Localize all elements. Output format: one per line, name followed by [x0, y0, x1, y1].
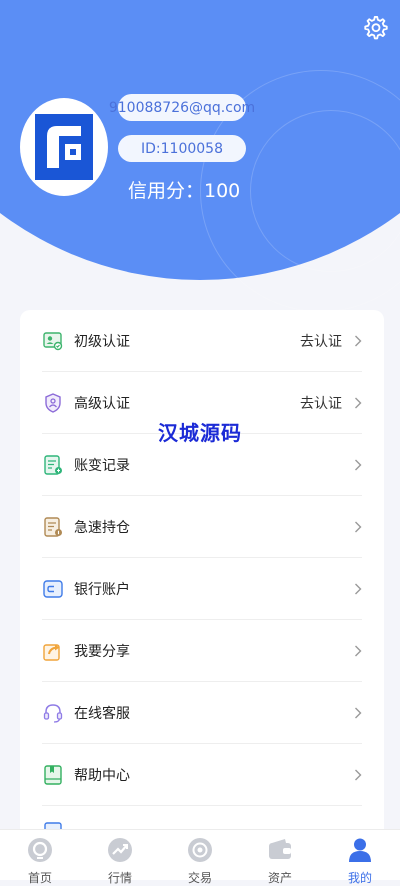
menu-item-label: 账变记录 — [74, 458, 130, 474]
menu-item-label: 急速持仓 — [74, 520, 130, 536]
menu-item-customer-service[interactable]: 在线客服 — [20, 682, 384, 744]
tab-label: 我的 — [347, 871, 372, 885]
chevron-right-icon — [355, 645, 362, 657]
app-logo-icon — [35, 114, 93, 180]
chevron-right-icon — [355, 707, 362, 719]
credit-score: 信用分：100 — [128, 180, 241, 202]
tab-mine[interactable]: 我的 — [320, 830, 400, 885]
tab-market[interactable]: 行情 — [80, 830, 160, 885]
tab-label: 行情 — [107, 871, 132, 885]
chevron-right-icon — [355, 521, 362, 533]
tab-assets[interactable]: 资产 — [240, 830, 320, 885]
menu-item-share[interactable]: 我要分享 — [20, 620, 384, 682]
tab-home[interactable]: 首页 — [0, 830, 80, 885]
menu-item-label: 银行账户 — [74, 582, 130, 598]
trend-icon — [108, 838, 132, 862]
tab-label: 首页 — [27, 871, 52, 885]
menu-item-help-center[interactable]: 帮助中心 — [20, 744, 384, 806]
chevron-right-icon — [355, 583, 362, 595]
chevron-right-icon — [355, 335, 362, 347]
tab-trade[interactable]: 交易 — [160, 830, 240, 885]
email-badge: 910088726@qq.com — [109, 94, 255, 121]
watermark-text: 汉城源码 — [158, 421, 242, 445]
chevron-right-icon — [355, 397, 362, 409]
wallet-icon — [43, 580, 63, 598]
settings-gear-icon[interactable] — [362, 14, 390, 42]
headset-icon — [43, 704, 63, 723]
tab-label: 交易 — [187, 871, 212, 885]
document-icon — [44, 517, 62, 537]
menu-item-label: 帮助中心 — [74, 768, 130, 784]
wallet-icon — [269, 839, 291, 859]
profile-header: 910088726@qq.com ID:1100058 信用分：100 — [0, 0, 400, 310]
tab-label: 资产 — [267, 871, 292, 885]
exchange-icon — [188, 838, 212, 862]
menu-item-label: 在线客服 — [74, 706, 130, 722]
chevron-right-icon — [355, 769, 362, 781]
avatar[interactable] — [20, 98, 108, 196]
book-icon — [44, 765, 62, 785]
shield-icon — [45, 393, 61, 413]
menu-card: 初级认证 去认证 高级认证 去认证 账变记录 急速持仓 银行账户 我要分享 在线… — [20, 310, 384, 840]
menu-item-value: 去认证 — [300, 396, 342, 412]
home-icon — [28, 838, 52, 862]
user-icon — [349, 838, 371, 862]
menu-item-basic-verification[interactable]: 初级认证 去认证 — [20, 310, 384, 372]
menu-item-quick-positions[interactable]: 急速持仓 — [20, 496, 384, 558]
user-id-badge: ID:1100058 — [118, 135, 246, 162]
chevron-right-icon — [355, 459, 362, 471]
bottom-tab-bar: 首页 行情 交易 资产 我的 — [0, 829, 400, 885]
menu-item-label: 高级认证 — [74, 396, 130, 412]
menu-item-bank-account[interactable]: 银行账户 — [20, 558, 384, 620]
decorative-ring — [250, 110, 400, 272]
id-card-icon — [43, 332, 63, 351]
menu-item-value: 去认证 — [300, 334, 342, 350]
share-icon — [43, 644, 60, 661]
menu-item-label: 初级认证 — [74, 334, 130, 350]
ledger-icon — [44, 455, 62, 475]
menu-item-label: 我要分享 — [74, 644, 130, 660]
